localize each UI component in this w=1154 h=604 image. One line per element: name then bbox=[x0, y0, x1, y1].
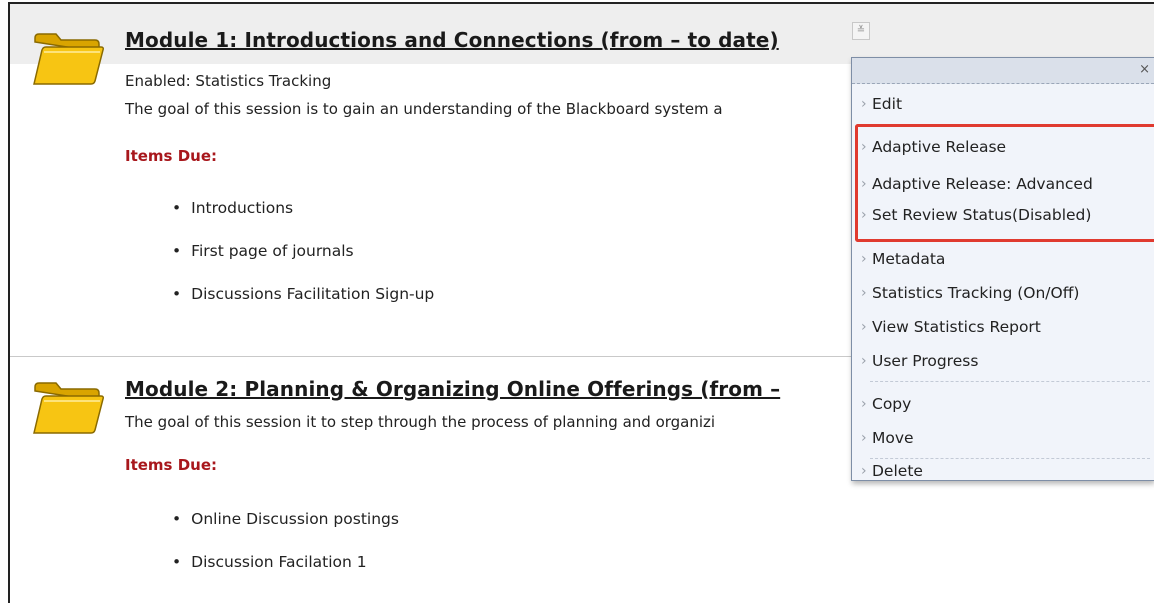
menu-item-statistics-tracking[interactable]: Statistics Tracking (On/Off) bbox=[852, 278, 1154, 308]
list-item: Discussion Facilation 1 bbox=[172, 553, 366, 571]
items-due-label: Items Due: bbox=[125, 147, 218, 165]
module-title-link[interactable]: Module 1: Introductions and Connections … bbox=[125, 28, 779, 52]
list-item: First page of journals bbox=[172, 242, 353, 260]
folder-icon bbox=[33, 33, 104, 85]
list-item: Discussions Facilitation Sign-up bbox=[172, 285, 434, 303]
menu-item-metadata[interactable]: Metadata bbox=[852, 244, 1154, 274]
module-description: The goal of this session it to step thro… bbox=[125, 413, 716, 431]
module-description: The goal of this session is to gain an u… bbox=[125, 100, 723, 118]
menu-item-move[interactable]: Move bbox=[852, 423, 1154, 453]
list-item: Online Discussion postings bbox=[172, 510, 399, 528]
context-menu-header: × bbox=[852, 58, 1154, 84]
chevron-down-icon[interactable]: ≚ bbox=[852, 22, 870, 40]
close-icon[interactable]: × bbox=[1139, 61, 1150, 79]
menu-divider bbox=[870, 458, 1150, 459]
menu-item-edit[interactable]: Edit bbox=[852, 89, 1154, 119]
menu-item-view-statistics-report[interactable]: View Statistics Report bbox=[852, 312, 1154, 342]
module-title-link[interactable]: Module 2: Planning & Organizing Online O… bbox=[125, 377, 780, 401]
list-item: Introductions bbox=[172, 199, 293, 217]
folder-icon bbox=[33, 382, 104, 434]
menu-item-user-progress[interactable]: User Progress bbox=[852, 346, 1154, 376]
highlight-box bbox=[855, 124, 1154, 242]
context-menu: × Edit Adaptive Release Adaptive Release… bbox=[851, 57, 1154, 481]
menu-item-copy[interactable]: Copy bbox=[852, 389, 1154, 419]
enabled-status-text: Enabled: Statistics Tracking bbox=[125, 72, 332, 90]
menu-divider bbox=[870, 381, 1150, 382]
items-due-label: Items Due: bbox=[125, 456, 218, 474]
menu-item-delete[interactable]: Delete bbox=[852, 463, 1154, 482]
